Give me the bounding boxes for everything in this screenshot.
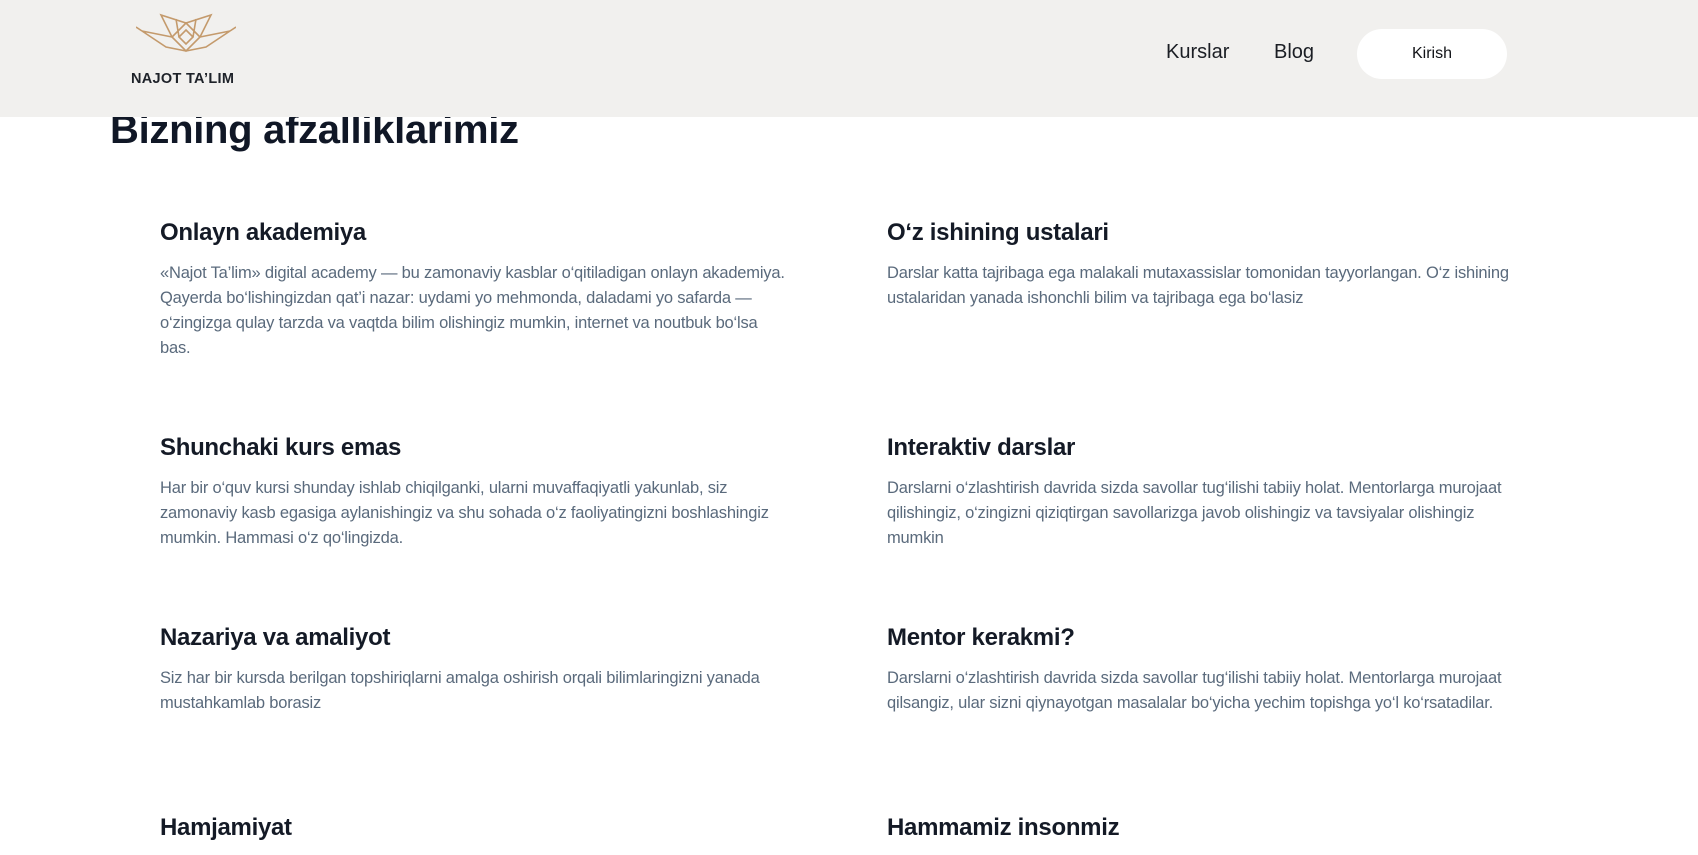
feature-text: «Najot Ta’lim» digital academy — bu zamo…	[160, 264, 785, 357]
feature-text: Siz har bir kursda berilgan topshiriqlar…	[160, 669, 760, 712]
feature-text: Darslarni o‘zlashtirish davrida sizda sa…	[887, 669, 1502, 712]
nav-link-kurslar[interactable]: Kurslar	[1166, 41, 1229, 64]
feature-card: Hamjamiyat	[160, 813, 790, 843]
feature-title: Mentor kerakmi?	[887, 624, 1075, 651]
feature-title: O‘z ishining ustalari	[887, 219, 1109, 246]
login-button[interactable]: Kirish	[1357, 29, 1507, 79]
feature-text: Har bir o‘quv kursi shunday ishlab chiqi…	[160, 479, 769, 547]
feature-title: Interaktiv darslar	[887, 434, 1076, 461]
feature-title: Shunchaki kurs emas	[160, 434, 402, 461]
feature-title: Onlayn akademiya	[160, 219, 366, 246]
feature-title: Hamjamiyat	[160, 814, 292, 841]
feature-card: Hammamiz insonmiz	[887, 813, 1517, 843]
feature-title: Nazariya va amaliyot	[160, 624, 391, 651]
feature-card: Nazariya va amaliyot Siz har bir kursda …	[160, 623, 790, 716]
feature-card: Interaktiv darslar Darslarni o‘zlashtiri…	[887, 433, 1517, 551]
site-header: NAJOT TA’LIM Kurslar Blog Kirish	[0, 0, 1698, 117]
feature-text: Darslarni o‘zlashtirish davrida sizda sa…	[887, 479, 1502, 547]
feature-card: Mentor kerakmi? Darslarni o‘zlashtirish …	[887, 623, 1517, 716]
nav-link-blog[interactable]: Blog	[1274, 41, 1314, 64]
feature-card: Shunchaki kurs emas Har bir o‘quv kursi …	[160, 433, 790, 551]
logo-icon	[136, 13, 236, 53]
logo[interactable]: NAJOT TA’LIM	[128, 13, 244, 91]
feature-text: Darslar katta tajribaga ega malakali mut…	[887, 264, 1509, 307]
feature-card: O‘z ishining ustalari Darslar katta tajr…	[887, 218, 1517, 311]
feature-title: Hammamiz insonmiz	[887, 814, 1120, 841]
feature-card: Onlayn akademiya «Najot Ta’lim» digital …	[160, 218, 790, 361]
logo-text: NAJOT TA’LIM	[131, 71, 235, 87]
